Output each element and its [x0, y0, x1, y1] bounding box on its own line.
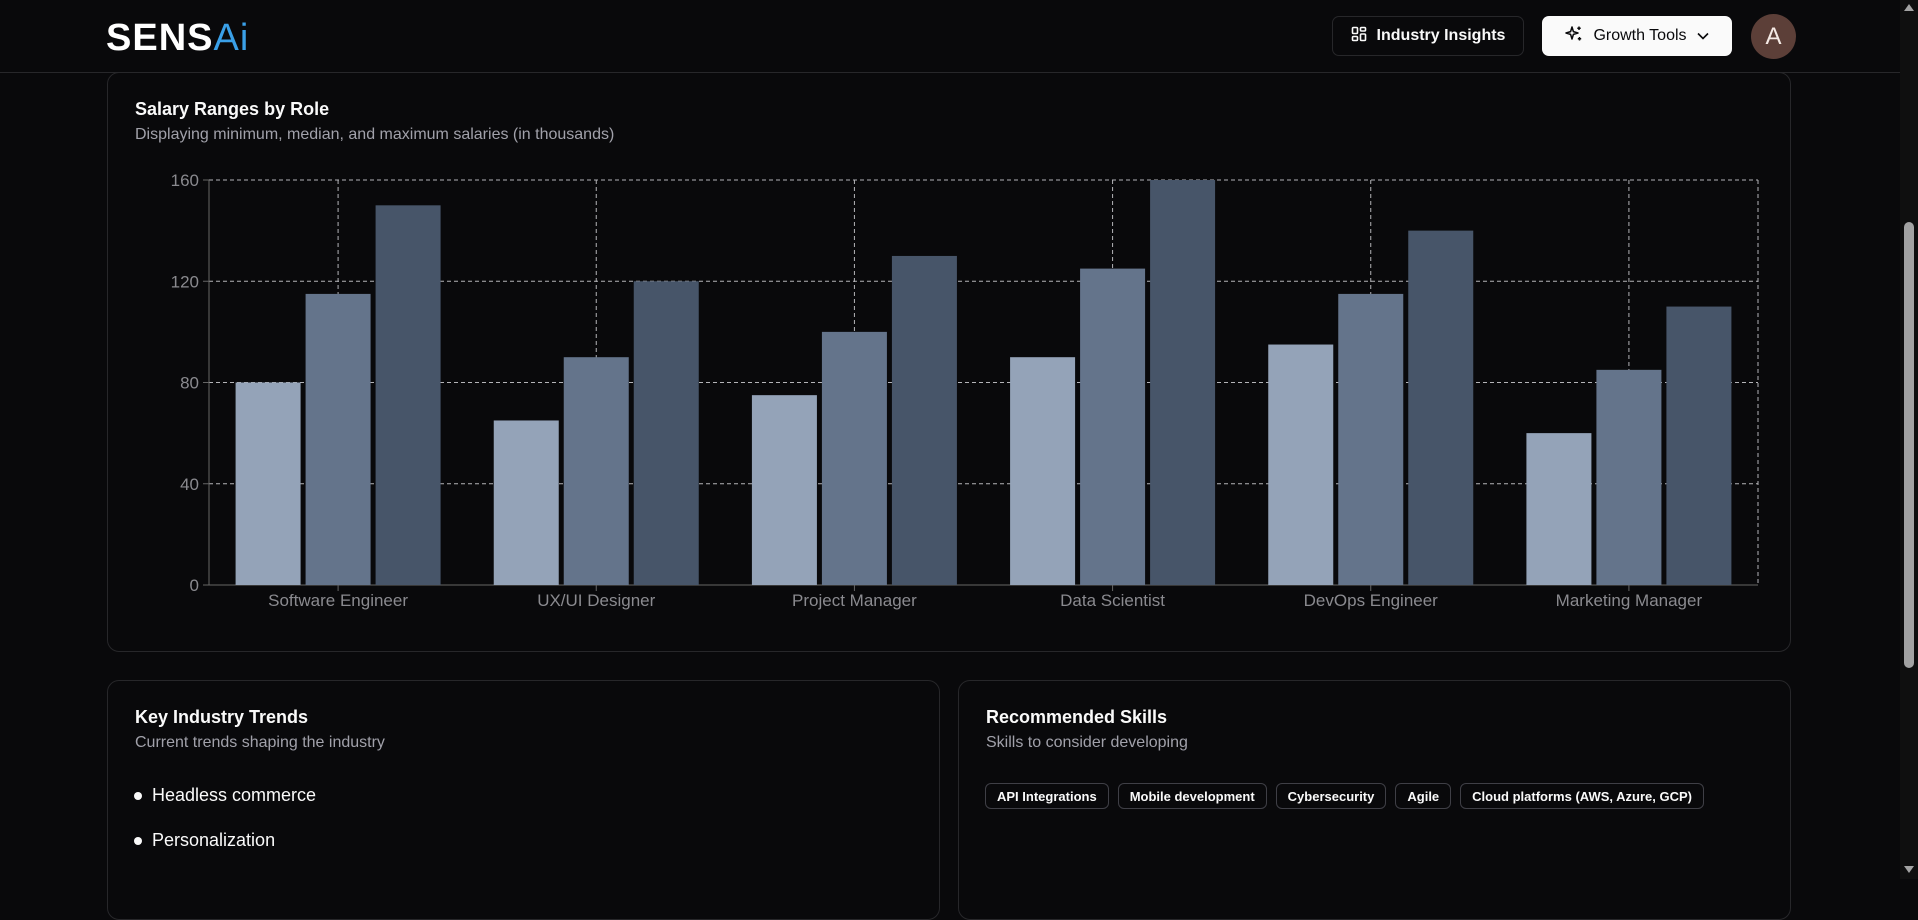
- skills-card-subtitle: Skills to consider developing: [986, 734, 1188, 751]
- trend-item-label: Headless commerce: [152, 785, 317, 805]
- skill-badge: Agile: [1395, 783, 1452, 809]
- trend-item: Headless commerce: [134, 785, 316, 806]
- chart-bar: [1338, 293, 1404, 585]
- skill-badge: API Integrations: [985, 783, 1109, 809]
- chart-bar: [493, 420, 559, 585]
- bullet-icon: [134, 791, 142, 800]
- x-tick-label: Data Scientist: [1060, 591, 1165, 610]
- chart-bar: [633, 281, 699, 585]
- trends-card-title: Key Industry Trends: [135, 707, 309, 727]
- sparkles-icon: [1565, 25, 1583, 48]
- x-tick-label: Project Manager: [792, 591, 917, 610]
- trends-card-subtitle: Current trends shaping the industry: [135, 734, 385, 751]
- chevron-down-icon: [1696, 27, 1709, 45]
- chart-bar: [751, 395, 817, 585]
- chart-bar: [891, 255, 957, 585]
- trend-item-label: Personalization: [152, 830, 276, 850]
- chart-bar: [1408, 230, 1474, 585]
- bullet-icon: [134, 836, 142, 845]
- logo-ai-text: Ai: [213, 17, 250, 59]
- y-tick-label: 40: [180, 475, 199, 494]
- y-tick-label: 80: [180, 374, 199, 393]
- salary-ranges-card: Salary Ranges by Role Displaying minimum…: [107, 72, 1791, 652]
- industry-insights-button[interactable]: Industry Insights: [1332, 16, 1524, 56]
- chart-bar: [1010, 357, 1076, 585]
- x-tick-label: DevOps Engineer: [1304, 591, 1439, 610]
- chart-bar: [235, 382, 301, 585]
- x-tick-label: Software Engineer: [268, 591, 408, 610]
- skill-badge: Cybersecurity: [1275, 783, 1387, 809]
- growth-tools-label: Growth Tools: [1593, 27, 1687, 44]
- chart-bar: [305, 293, 371, 585]
- y-tick-label: 160: [171, 171, 199, 190]
- chart-bar: [1080, 268, 1146, 585]
- y-tick-label: 0: [190, 576, 199, 595]
- sensai-logo[interactable]: SENSAi: [106, 16, 249, 60]
- trend-item: Personalization: [134, 830, 275, 851]
- x-tick-label: Marketing Manager: [1556, 591, 1703, 610]
- skill-badge: Cloud platforms (AWS, Azure, GCP): [1460, 783, 1704, 809]
- logo-text: SENS: [106, 17, 214, 59]
- chart-bar: [1666, 306, 1732, 585]
- growth-tools-button[interactable]: Growth Tools: [1542, 16, 1732, 56]
- scrollbar-thumb[interactable]: [1904, 222, 1914, 668]
- chart-bar: [821, 331, 887, 585]
- dashboard-icon: [1351, 26, 1367, 47]
- skills-list: API Integrations Mobile development Cybe…: [985, 783, 1704, 809]
- chart-bar: [1268, 344, 1334, 585]
- industry-insights-label: Industry Insights: [1376, 27, 1506, 44]
- scroll-up-arrow-icon[interactable]: [1904, 4, 1914, 11]
- recommended-skills-card: Recommended Skills Skills to consider de…: [958, 680, 1791, 920]
- chart-bar: [1150, 180, 1216, 585]
- scroll-down-arrow-icon[interactable]: [1904, 866, 1914, 873]
- y-tick-label: 120: [171, 272, 199, 291]
- page-scrollbar[interactable]: [1900, 0, 1918, 879]
- industry-trends-card: Key Industry Trends Current trends shapi…: [107, 680, 940, 920]
- skill-badge: Mobile development: [1117, 783, 1267, 809]
- chart-bar: [375, 205, 441, 585]
- x-tick-label: UX/UI Designer: [537, 591, 655, 610]
- chart-bar: [1596, 369, 1662, 585]
- salary-bar-chart: 0 40 80 120 160 Software Engineer UX/UI Design…: [171, 171, 1759, 610]
- chart-bar: [563, 357, 629, 585]
- user-avatar[interactable]: A: [1751, 14, 1796, 59]
- top-navbar: SENSAi Industry Insights Growth Tools A: [0, 0, 1900, 73]
- chart-bar: [1526, 433, 1592, 585]
- skills-card-title: Recommended Skills: [986, 707, 1168, 727]
